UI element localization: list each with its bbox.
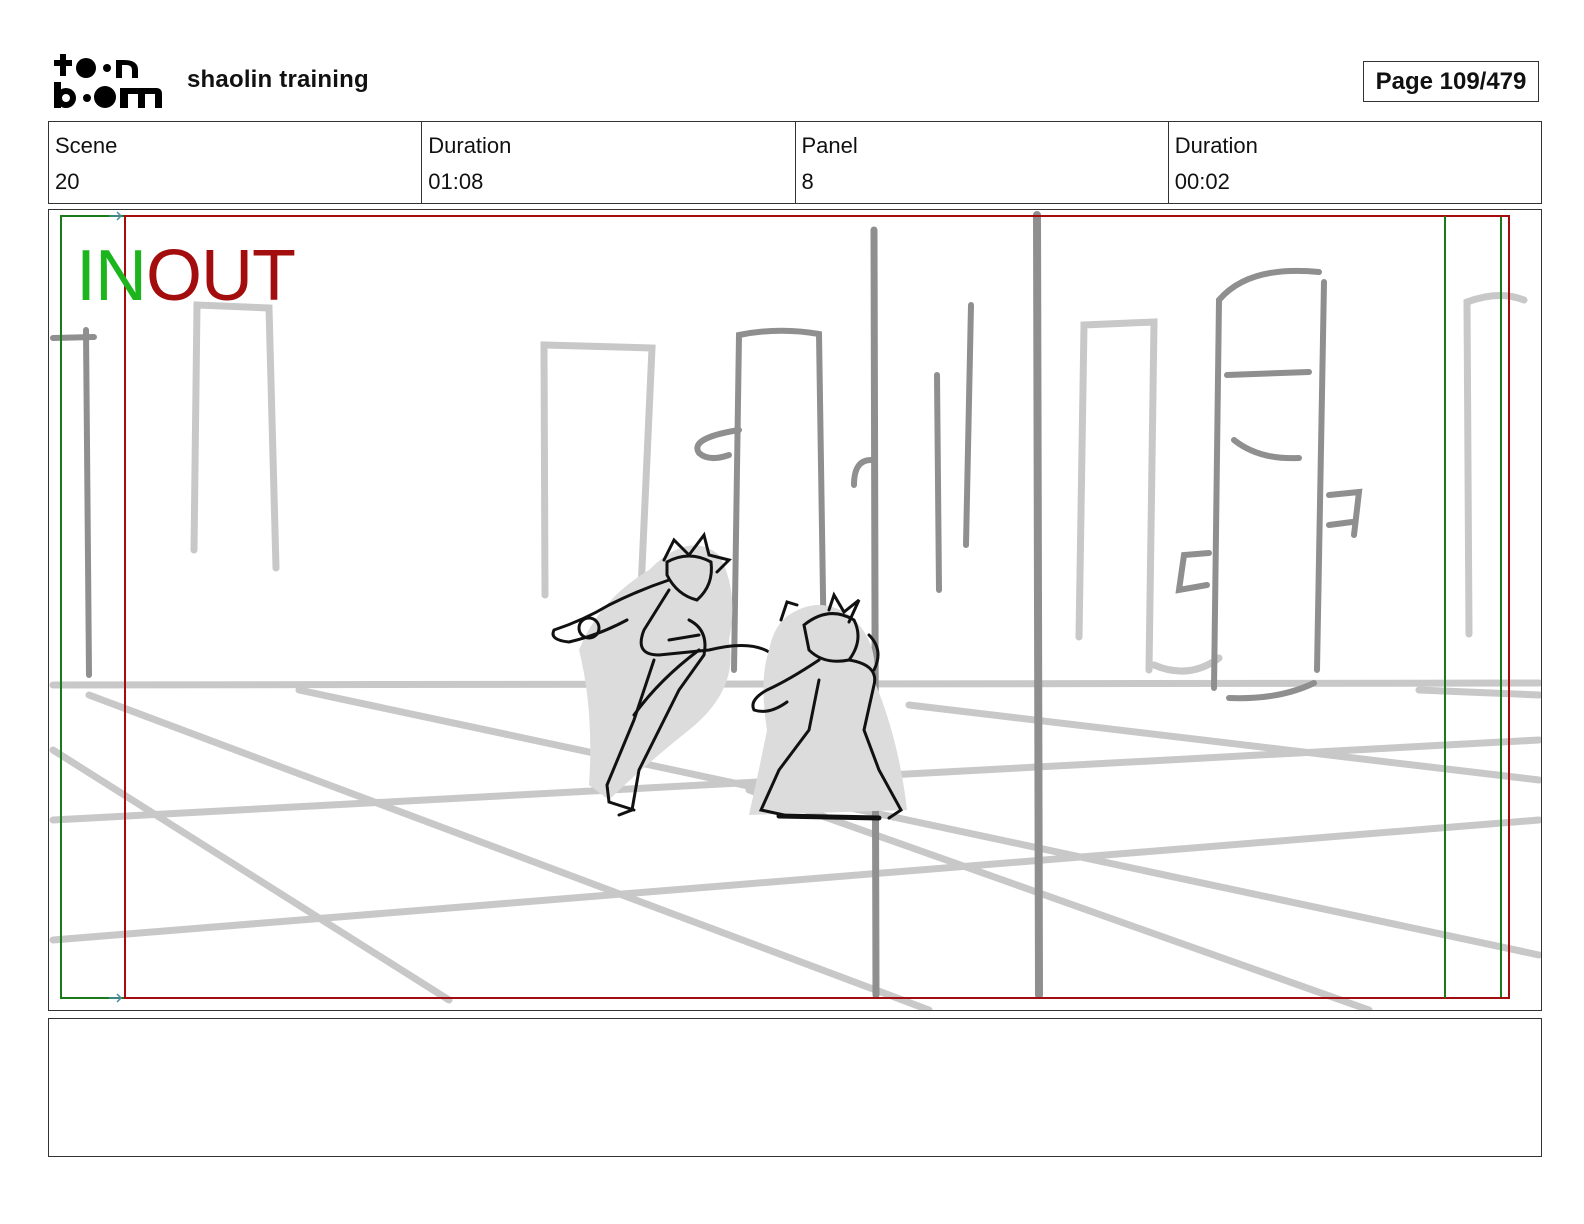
storyboard-panel: INOUT — [48, 209, 1542, 1011]
panel-cell: Panel 8 — [794, 122, 1168, 203]
scene-duration-cell: Duration 01:08 — [421, 122, 794, 203]
page-indicator: Page 109/479 — [1363, 61, 1539, 102]
scene-label: Scene — [55, 133, 118, 158]
out-marker: OUT — [146, 236, 296, 316]
toon-boom-logo — [52, 52, 164, 110]
in-out-marker: INOUT — [76, 236, 296, 316]
scene-value: 20 — [55, 169, 80, 194]
in-marker: IN — [76, 236, 147, 316]
panel-duration-label: Duration — [1174, 133, 1258, 158]
scene-duration-value: 01:08 — [428, 169, 484, 194]
panel-notes-box — [48, 1018, 1542, 1157]
panel-duration-value: 00:02 — [1174, 169, 1230, 194]
panel-label: Panel — [801, 133, 858, 158]
panel-duration-cell: Duration 00:02 — [1167, 122, 1541, 203]
scene-duration-label: Duration — [428, 133, 512, 158]
project-title: shaolin training — [187, 66, 369, 93]
fighter-right — [749, 591, 907, 821]
scene-cell: Scene 20 — [49, 122, 421, 203]
panel-value: 8 — [801, 169, 814, 194]
scene-info-table: Scene 20 Duration 01:08 Panel 8 Duration… — [48, 121, 1542, 204]
panel-sketch — [49, 211, 1541, 1010]
